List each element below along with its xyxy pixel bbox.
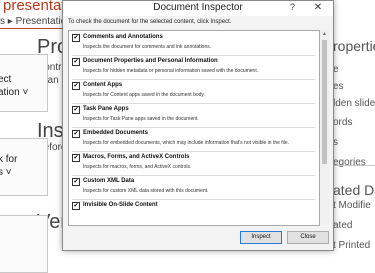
item-title: Invisible On-Slide Content xyxy=(83,202,158,208)
right-separator xyxy=(333,165,375,166)
item-divider xyxy=(72,151,315,152)
item-description: Inspects for Task Pane apps saved in the… xyxy=(83,116,199,122)
close-button[interactable]: Close xyxy=(287,231,329,244)
item-description: Inspects for hidden metadata or personal… xyxy=(83,68,259,74)
protect-button-label-2: ation ˅ xyxy=(0,87,29,98)
dialog-titlebar[interactable]: Document Inspector ? ✕ xyxy=(63,1,333,16)
checkbox-task-pane-apps[interactable]: ✔ xyxy=(72,106,80,114)
property-hidden-slides: lden slide xyxy=(333,98,375,109)
property-categories: egories xyxy=(333,157,366,168)
item-divider xyxy=(72,103,315,104)
item-description: Inspects the document for comments and i… xyxy=(83,44,212,50)
item-description: Inspects for embedded documents, which m… xyxy=(83,140,290,146)
document-title: presentati xyxy=(3,0,69,14)
checkbox-comments[interactable]: ✔ xyxy=(72,34,80,42)
close-icon[interactable]: ✕ xyxy=(307,1,329,15)
item-title: Embedded Documents xyxy=(83,130,149,136)
last-printed-label: t Printed xyxy=(333,240,371,251)
breadcrumb[interactable]: s ▸ Presentatio xyxy=(0,16,66,27)
manage-versions-button[interactable] xyxy=(0,215,48,273)
checkbox-content-apps[interactable]: ✔ xyxy=(72,82,80,90)
item-divider xyxy=(72,127,315,128)
check-button-label: k for xyxy=(0,154,18,165)
protect-button-label: ect xyxy=(0,74,12,85)
item-title: Macros, Forms, and ActiveX Controls xyxy=(83,154,190,160)
item-divider xyxy=(72,55,315,56)
instruction-text: To check the document for the selected c… xyxy=(68,19,232,25)
checkbox-document-properties[interactable]: ✔ xyxy=(72,58,80,66)
scroll-thumb[interactable] xyxy=(322,40,327,164)
title-separator xyxy=(0,28,62,29)
list-scrollbar[interactable]: ▲ xyxy=(320,30,329,224)
checkbox-embedded-documents[interactable]: ✔ xyxy=(72,130,80,138)
related-dates-heading: ated Da xyxy=(333,182,375,198)
item-description: Inspects for macros, forms, and ActiveX … xyxy=(83,164,192,170)
checkbox-custom-xml[interactable]: ✔ xyxy=(72,178,80,186)
item-title: Comments and Annotations xyxy=(83,34,163,40)
last-modified-label: t Modifie xyxy=(333,200,371,211)
checkbox-macros[interactable]: ✔ xyxy=(72,154,80,162)
item-divider xyxy=(72,79,315,80)
inspection-list: ✔ Comments and Annotations Inspects the … xyxy=(68,30,320,226)
item-divider xyxy=(72,199,315,200)
check-button-label-2: s ˅ xyxy=(0,167,12,178)
property-slides: es xyxy=(333,81,344,92)
checkbox-invisible-content[interactable]: ✔ xyxy=(72,202,80,210)
property-words: ords xyxy=(333,117,353,128)
item-description: Inspects for Content apps saved in the d… xyxy=(83,92,205,98)
scroll-up-icon[interactable]: ▲ xyxy=(320,30,329,38)
created-label: ated xyxy=(333,220,353,231)
help-icon[interactable]: ? xyxy=(290,2,295,12)
item-title: Task Pane Apps xyxy=(83,106,129,112)
item-title: Document Properties and Personal Informa… xyxy=(83,58,218,64)
document-inspector-dialog: Document Inspector ? ✕ To check the docu… xyxy=(62,0,334,251)
item-title: Custom XML Data xyxy=(83,178,135,184)
item-description: Inspects for custom XML data stored with… xyxy=(83,188,209,194)
inspect-button[interactable]: Inspect xyxy=(240,231,282,244)
properties-heading[interactable]: roperties xyxy=(333,38,375,54)
item-divider xyxy=(72,175,315,176)
item-title: Content Apps xyxy=(83,82,123,88)
